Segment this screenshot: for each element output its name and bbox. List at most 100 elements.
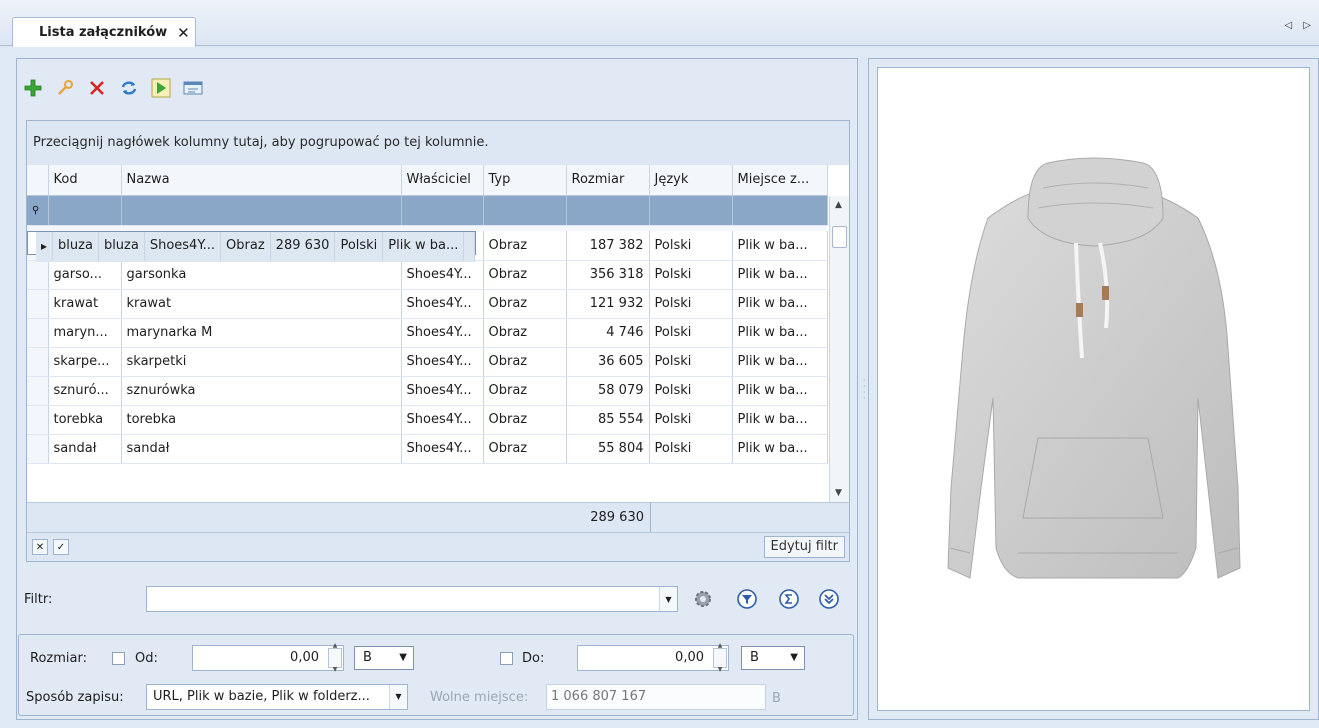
cell-kod[interactable]: maryn...	[48, 318, 122, 348]
refresh-icon[interactable]	[118, 77, 140, 99]
cell-jezyk[interactable]: Polski	[649, 260, 733, 290]
expand-icon[interactable]	[818, 588, 840, 610]
vertical-scrollbar[interactable]: ▲ ▼	[829, 196, 849, 502]
enable-filter-checkbox[interactable]: ✓	[53, 539, 69, 555]
cell-jezyk[interactable]: Polski	[649, 405, 733, 435]
delete-icon[interactable]	[86, 77, 108, 99]
cell-rozmiar[interactable]: 4 746	[566, 318, 650, 348]
storage-select[interactable]: URL, Plik w bazie, Plik w folderz... ▼	[146, 684, 408, 710]
size-from-unit-select[interactable]: B ▼	[354, 646, 414, 670]
spin-stepper-icon[interactable]: ▲ ▼	[328, 642, 342, 673]
add-icon[interactable]	[22, 77, 44, 99]
edit-icon[interactable]	[54, 77, 76, 99]
filter-icon[interactable]	[736, 588, 758, 610]
cell-wlasciciel[interactable]: Shoes4Y...	[401, 376, 484, 406]
export-icon[interactable]	[182, 77, 204, 99]
cell-jezyk[interactable]: Polski	[649, 347, 733, 377]
cell-kod[interactable]: torebka	[48, 405, 122, 435]
tab-scroll-arrows-icon[interactable]: ◁ ▷	[1284, 20, 1315, 31]
cell-kod[interactable]: bluza	[52, 232, 99, 262]
auto-filter-row[interactable]: ⚲	[27, 195, 838, 226]
cell-typ[interactable]: Obraz	[483, 376, 567, 406]
filter-cell[interactable]	[483, 195, 567, 226]
row-indicator[interactable]	[27, 405, 49, 435]
size-from-input[interactable]: 0,00 ▲ ▼	[192, 642, 344, 673]
row-indicator[interactable]	[27, 434, 49, 464]
cell-rozmiar[interactable]: 58 079	[566, 376, 650, 406]
cell-kod[interactable]: krawat	[48, 289, 122, 319]
cell-jezyk[interactable]: Polski	[649, 434, 733, 464]
row-indicator[interactable]	[27, 318, 49, 348]
cell-wlasciciel[interactable]: Shoes4Y...	[401, 260, 484, 290]
cell-nazwa[interactable]: sznurówka	[121, 376, 402, 406]
cell-typ[interactable]: Obraz	[483, 260, 567, 290]
cell-miejsce[interactable]: Plik w ba...	[732, 376, 828, 406]
cell-typ[interactable]: Obraz	[483, 405, 567, 435]
cell-nazwa[interactable]: garsonka	[121, 260, 402, 290]
cell-jezyk[interactable]: Polski	[334, 232, 384, 262]
edit-filter-button[interactable]: Edytuj filtr	[763, 536, 845, 558]
cell-miejsce[interactable]: Plik w ba...	[732, 405, 828, 435]
cell-rozmiar[interactable]: 55 804	[566, 434, 650, 464]
cell-jezyk[interactable]: Polski	[649, 318, 733, 348]
row-indicator[interactable]	[27, 347, 49, 377]
cell-typ[interactable]: Obraz	[483, 231, 567, 261]
size-to-unit-select[interactable]: B ▼	[741, 646, 805, 670]
cell-wlasciciel[interactable]: Shoes4Y...	[401, 289, 484, 319]
cell-rozmiar[interactable]: 187 382	[566, 231, 650, 261]
cell-miejsce[interactable]: Plik w ba...	[732, 231, 828, 261]
cell-nazwa[interactable]: krawat	[121, 289, 402, 319]
cell-typ[interactable]: Obraz	[483, 347, 567, 377]
cell-rozmiar[interactable]: 85 554	[566, 405, 650, 435]
panel-splitter[interactable]: · · · ·	[863, 377, 866, 403]
filter-cell[interactable]	[48, 195, 122, 226]
cell-kod[interactable]: sznuró...	[48, 376, 122, 406]
size-from-checkbox[interactable]	[112, 652, 125, 665]
cell-kod[interactable]: sandał	[48, 434, 122, 464]
cell-miejsce[interactable]: Plik w ba...	[732, 260, 828, 290]
filter-combobox[interactable]: ▼	[146, 586, 678, 612]
cell-jezyk[interactable]: Polski	[649, 376, 733, 406]
cell-typ[interactable]: Obraz	[220, 232, 271, 262]
cell-rozmiar[interactable]: 36 605	[566, 347, 650, 377]
column-header-miejsce[interactable]: Miejsce z...	[732, 165, 828, 196]
cell-miejsce[interactable]: Plik w ba...	[732, 289, 828, 319]
table-row[interactable]: sznuró... sznurówka Shoes4Y... Obraz 58 079 P…	[27, 376, 839, 406]
clear-filter-icon[interactable]: ✕	[32, 539, 48, 555]
cell-typ[interactable]: Obraz	[483, 434, 567, 464]
table-row[interactable]: torebka torebka Shoes4Y... Obraz 85 554 Polsk…	[27, 405, 839, 435]
cell-rozmiar[interactable]: 356 318	[566, 260, 650, 290]
cell-kod[interactable]: skarpe...	[48, 347, 122, 377]
table-row[interactable]: sandał sandał Shoes4Y... Obraz 55 804 Polski P…	[27, 434, 839, 464]
filter-cell[interactable]	[732, 195, 828, 226]
row-indicator[interactable]	[27, 289, 49, 319]
row-indicator[interactable]	[27, 260, 49, 290]
column-header-wlasciciel[interactable]: Właściciel	[401, 165, 484, 196]
chevron-down-icon[interactable]: ▼	[389, 685, 407, 709]
cell-wlasciciel[interactable]: Shoes4Y...	[401, 405, 484, 435]
size-to-checkbox[interactable]	[500, 652, 513, 665]
cell-wlasciciel[interactable]: Shoes4Y...	[401, 434, 484, 464]
cell-wlasciciel[interactable]: Shoes4Y...	[144, 232, 222, 262]
cell-jezyk[interactable]: Polski	[649, 231, 733, 261]
table-row[interactable]: garso... garsonka Shoes4Y... Obraz 356 318 Po…	[27, 260, 839, 290]
filter-cell[interactable]	[566, 195, 650, 226]
scroll-up-icon[interactable]: ▲	[835, 200, 842, 210]
cell-nazwa[interactable]: bluza	[98, 232, 145, 262]
cell-rozmiar[interactable]: 121 932	[566, 289, 650, 319]
column-header-typ[interactable]: Typ	[483, 165, 567, 196]
cell-nazwa[interactable]: marynarka M	[121, 318, 402, 348]
cell-wlasciciel[interactable]: Shoes4Y...	[401, 347, 484, 377]
cell-typ[interactable]: Obraz	[483, 289, 567, 319]
column-header-jezyk[interactable]: Język	[649, 165, 733, 196]
filter-cell[interactable]	[649, 195, 733, 226]
column-header-nazwa[interactable]: Nazwa	[121, 165, 402, 196]
run-icon[interactable]	[150, 77, 172, 99]
table-row[interactable]: maryn... marynarka M Shoes4Y... Obraz 4 746 P…	[27, 318, 839, 348]
chevron-down-icon[interactable]: ▼	[659, 587, 677, 611]
tab-attachments-list[interactable]: Lista załączników ✕	[12, 17, 196, 47]
cell-miejsce[interactable]: Plik w ba...	[732, 318, 828, 348]
scroll-down-icon[interactable]: ▼	[835, 488, 842, 498]
spin-stepper-icon[interactable]: ▲ ▼	[713, 642, 727, 673]
cell-typ[interactable]: Obraz	[483, 318, 567, 348]
